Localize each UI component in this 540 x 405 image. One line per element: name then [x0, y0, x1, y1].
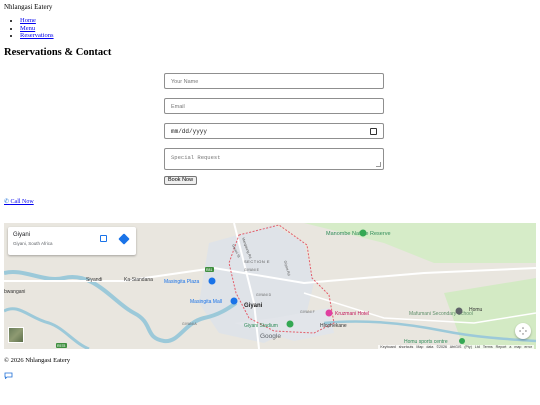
main-nav: Home Menu Reservations: [20, 17, 54, 40]
email-input[interactable]: Email: [164, 98, 384, 114]
phone-icon: ✆: [4, 199, 10, 205]
route-label-1: R81: [206, 268, 212, 272]
google-logo: Google: [260, 333, 281, 340]
resize-handle[interactable]: [376, 162, 381, 167]
hotel-pin[interactable]: [325, 309, 333, 317]
fullscreen-button[interactable]: [515, 323, 531, 339]
map-label-mall: Masingita Mall: [190, 299, 222, 305]
date-input[interactable]: mm/dd/yyyy: [164, 123, 384, 139]
map-embed[interactable]: Manombe Nature Reserve Siyandi Ka-Sianda…: [4, 223, 536, 349]
map-label-bwangani: bwangani: [4, 289, 25, 295]
map-label-giyani-f: GIYANI F: [300, 310, 315, 314]
directions-icon[interactable]: [118, 233, 130, 245]
map-label-kasiandana: Ka-Siandana: [124, 277, 153, 283]
page-title: Reservations & Contact: [4, 47, 112, 58]
place-name: Giyani: [13, 232, 31, 238]
map-label-stadium: Giyani Stadium: [244, 323, 278, 329]
request-placeholder: Special Request: [171, 154, 221, 161]
place-address: Giyani, South Africa: [13, 241, 53, 246]
move-icon: [519, 327, 527, 335]
plaza-pin[interactable]: [208, 277, 216, 285]
map-label-siyandi: Siyandi: [86, 277, 102, 283]
nav-link-menu[interactable]: Menu: [20, 25, 35, 32]
map-label-secondary: Mafumani Secondary School: [409, 311, 473, 317]
open-in-maps-icon[interactable]: [100, 235, 107, 242]
call-now-link[interactable]: ✆ Call Now: [4, 198, 34, 205]
satellite-toggle[interactable]: [8, 327, 24, 343]
date-placeholder: mm/dd/yyyy: [171, 128, 208, 135]
map-label-giyani-e: GIYANI E: [244, 268, 260, 272]
route-label-2: R578: [57, 344, 65, 348]
special-request-textarea[interactable]: Special Request: [164, 148, 384, 170]
book-now-button[interactable]: Book Now: [164, 176, 198, 185]
park-pin[interactable]: [359, 229, 367, 237]
nav-item-menu: Menu: [20, 25, 54, 33]
nav-item-reservations: Reservations: [20, 32, 54, 40]
sports-pin[interactable]: [459, 338, 465, 344]
map-label-hlophekane: Hlophekane: [320, 323, 347, 329]
map-label-plaza: Masingita Plaza: [164, 279, 200, 285]
nav-item-home: Home: [20, 17, 54, 25]
mall-pin[interactable]: [230, 297, 238, 305]
map-label-section-e: SECTION E: [244, 259, 270, 264]
stadium-pin[interactable]: [286, 320, 294, 328]
map-label-reserve: Manombe Nature Reserve: [326, 231, 391, 237]
call-now-label: Call Now: [10, 199, 34, 205]
calendar-icon[interactable]: [370, 128, 377, 135]
site-title: Nhlangasi Eatery: [4, 3, 53, 11]
map-attribution[interactable]: Keyboard shortcuts Map data ©2026 AfriGI…: [378, 345, 534, 349]
nav-link-home[interactable]: Home: [20, 17, 36, 24]
nav-link-reservations[interactable]: Reservations: [20, 32, 54, 39]
place-card: Giyani Giyani, South Africa: [8, 227, 136, 255]
name-input[interactable]: Your Name: [164, 73, 384, 89]
map-label-homu: Homu: [469, 307, 483, 313]
map-label-giyani-a: GIYANI A: [182, 322, 197, 326]
map-label-hotel: Kruzmani Hotel: [335, 311, 369, 317]
map-label-giyani-d: GIYANI D: [256, 293, 272, 297]
map-label-giyani: Giyani: [244, 303, 263, 309]
school-pin[interactable]: [455, 307, 463, 315]
chat-icon[interactable]: [4, 372, 13, 379]
footer-copyright: © 2026 Nhlangasi Eatery: [4, 357, 71, 364]
